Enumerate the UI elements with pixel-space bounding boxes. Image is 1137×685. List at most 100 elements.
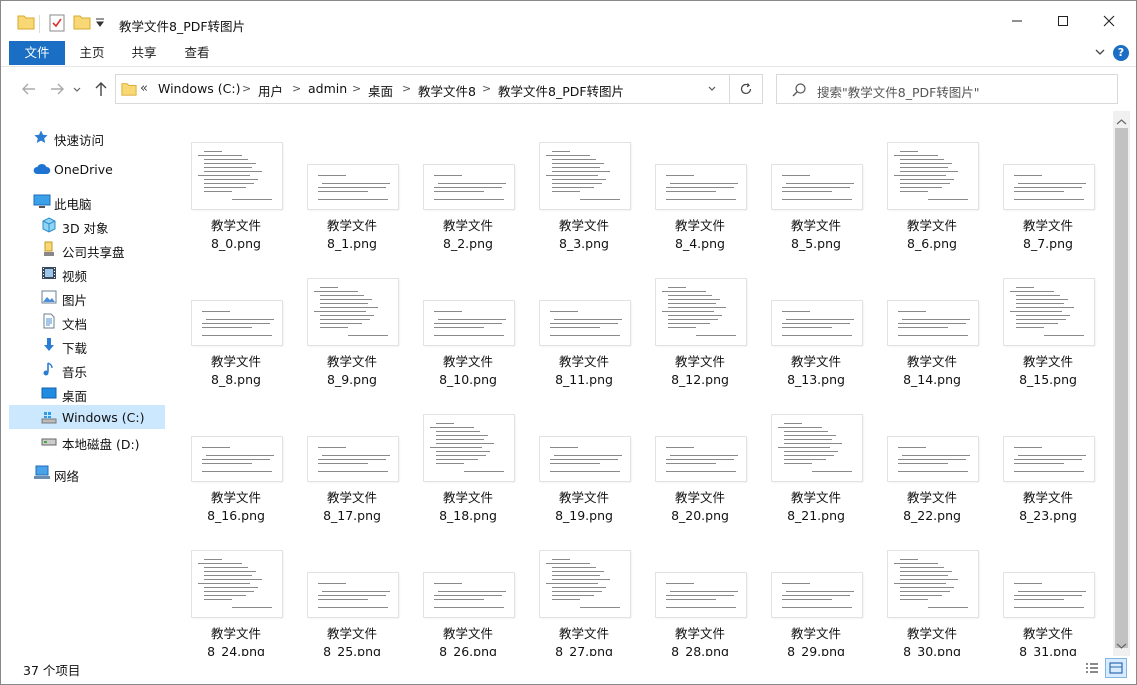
- breadcrumb-separator-icon[interactable]: >: [242, 82, 251, 95]
- tab-share[interactable]: 共享: [119, 41, 169, 65]
- file-item[interactable]: 教学文件 8_11.png: [532, 277, 636, 407]
- file-item[interactable]: 教学文件 8_23.png: [996, 413, 1100, 543]
- file-item[interactable]: 教学文件 8_31.png: [996, 549, 1100, 656]
- file-item[interactable]: 教学文件 8_0.png: [184, 141, 288, 271]
- breadcrumb-separator-icon[interactable]: >: [292, 82, 301, 95]
- file-item[interactable]: 教学文件 8_13.png: [764, 277, 868, 407]
- nav-item-videos[interactable]: 视频: [9, 261, 165, 285]
- file-item[interactable]: 教学文件 8_1.png: [300, 141, 404, 271]
- forward-arrow-icon[interactable]: [47, 79, 67, 99]
- file-name-line1: 教学文件: [442, 218, 493, 233]
- status-bar: 37 个项目: [1, 656, 1136, 684]
- file-item[interactable]: 教学文件 8_30.png: [880, 549, 984, 656]
- file-item[interactable]: 教学文件 8_6.png: [880, 141, 984, 271]
- image-thumbnail: [424, 165, 514, 209]
- file-list[interactable]: 教学文件 8_0.png 教学文件 8_1.png 教学文件 8_2.png 教学文件 8_3…: [168, 111, 1113, 656]
- back-arrow-icon[interactable]: [19, 79, 39, 99]
- search-box[interactable]: 搜索"教学文件8_PDF转图片": [776, 74, 1118, 104]
- thumbnail-text-line: [320, 307, 378, 308]
- file-item[interactable]: 教学文件 8_16.png: [184, 413, 288, 543]
- file-item[interactable]: 教学文件 8_12.png: [648, 277, 752, 407]
- minimize-button[interactable]: [994, 1, 1040, 41]
- file-item[interactable]: 教学文件 8_18.png: [416, 413, 520, 543]
- thumbnail-text-line: [552, 191, 580, 192]
- file-item[interactable]: 教学文件 8_22.png: [880, 413, 984, 543]
- image-thumbnail: [192, 437, 282, 481]
- tab-file[interactable]: 文件: [9, 41, 65, 65]
- thumbnail-text-line: [202, 335, 272, 336]
- file-item[interactable]: 教学文件 8_8.png: [184, 277, 288, 407]
- nav-item-downloads[interactable]: 下载: [9, 333, 165, 357]
- close-button[interactable]: [1086, 1, 1132, 41]
- file-item[interactable]: 教学文件 8_27.png: [532, 549, 636, 656]
- scrollbar-thumb[interactable]: [1115, 128, 1128, 648]
- file-item[interactable]: 教学文件 8_24.png: [184, 549, 288, 656]
- nav-item-pictures[interactable]: 图片: [9, 285, 165, 309]
- refresh-button[interactable]: [730, 74, 763, 104]
- file-item[interactable]: 教学文件 8_28.png: [648, 549, 752, 656]
- help-icon[interactable]: ?: [1113, 45, 1129, 61]
- file-item[interactable]: 教学文件 8_5.png: [764, 141, 868, 271]
- maximize-button[interactable]: [1040, 1, 1086, 41]
- file-item[interactable]: 教学文件 8_14.png: [880, 277, 984, 407]
- tab-home[interactable]: 主页: [67, 41, 117, 65]
- file-item[interactable]: 教学文件 8_17.png: [300, 413, 404, 543]
- breadcrumb-windows-c[interactable]: Windows (C:): [158, 81, 240, 96]
- nav-item-quick-access[interactable]: 快速访问: [9, 125, 165, 149]
- properties-icon[interactable]: [49, 14, 65, 34]
- file-item[interactable]: 教学文件 8_19.png: [532, 413, 636, 543]
- file-item[interactable]: 教学文件 8_21.png: [764, 413, 868, 543]
- file-item[interactable]: 教学文件 8_2.png: [416, 141, 520, 271]
- file-item[interactable]: 教学文件 8_4.png: [648, 141, 752, 271]
- breadcrumb-current[interactable]: 教学文件8_PDF转图片: [498, 81, 624, 100]
- expand-ribbon-icon[interactable]: [1093, 45, 1107, 62]
- nav-item-network[interactable]: 网络: [9, 461, 165, 485]
- scroll-down-icon[interactable]: [1116, 639, 1127, 653]
- breadcrumb-desktop[interactable]: 桌面: [368, 81, 393, 100]
- nav-item-music[interactable]: 音乐: [9, 357, 165, 381]
- breadcrumb-separator-icon[interactable]: >: [402, 82, 411, 95]
- recent-locations-icon[interactable]: [71, 81, 83, 101]
- file-item[interactable]: 教学文件 8_25.png: [300, 549, 404, 656]
- up-arrow-icon[interactable]: [91, 79, 111, 99]
- breadcrumb-folder[interactable]: 教学文件8: [418, 81, 476, 100]
- vertical-scrollbar[interactable]: [1113, 111, 1130, 656]
- nav-item-shared-drive[interactable]: 公司共享盘: [9, 237, 165, 261]
- breadcrumb-overflow[interactable]: «: [140, 81, 148, 96]
- breadcrumb-separator-icon[interactable]: >: [352, 82, 361, 95]
- new-folder-icon[interactable]: [73, 14, 91, 34]
- file-name-line1: 教学文件: [326, 218, 377, 233]
- thumbnail-text-line: [902, 455, 970, 456]
- file-item[interactable]: 教学文件 8_29.png: [764, 549, 868, 656]
- nav-item-desktop[interactable]: 桌面: [9, 381, 165, 405]
- breadcrumb-admin[interactable]: admin: [308, 81, 347, 96]
- file-item[interactable]: 教学文件 8_15.png: [996, 277, 1100, 407]
- file-name-line2: 8_17.png: [323, 508, 381, 523]
- file-item[interactable]: 教学文件 8_20.png: [648, 413, 752, 543]
- scroll-up-icon[interactable]: [1116, 115, 1127, 129]
- file-item[interactable]: 教学文件 8_9.png: [300, 277, 404, 407]
- address-bar[interactable]: « Windows (C:) > 用户 > admin > 桌面 > 教学文件8…: [115, 74, 730, 104]
- thumbnail-text-line: [1014, 447, 1042, 448]
- breadcrumb-users[interactable]: 用户: [258, 81, 283, 100]
- nav-item-documents[interactable]: 文档: [9, 309, 165, 333]
- thumbnail-text-line: [900, 595, 942, 596]
- address-dropdown-icon[interactable]: [706, 83, 718, 98]
- file-name-line1: 教学文件: [674, 354, 725, 369]
- file-name-line2: 8_12.png: [671, 372, 729, 387]
- nav-item-3d-objects[interactable]: 3D 对象: [9, 213, 165, 237]
- tab-view[interactable]: 查看: [171, 41, 223, 65]
- minimize-icon: [1012, 20, 1022, 22]
- breadcrumb-separator-icon[interactable]: >: [482, 82, 491, 95]
- file-item[interactable]: 教学文件 8_26.png: [416, 549, 520, 656]
- customize-toolbar-icon[interactable]: [95, 18, 105, 38]
- file-item[interactable]: 教学文件 8_3.png: [532, 141, 636, 271]
- nav-item-windows-c[interactable]: Windows (C:): [9, 405, 165, 429]
- nav-item-local-disk-d[interactable]: 本地磁盘 (D:): [9, 429, 165, 453]
- file-item[interactable]: 教学文件 8_10.png: [416, 277, 520, 407]
- nav-item-this-pc[interactable]: 此电脑: [9, 189, 165, 213]
- large-icons-view-button[interactable]: [1105, 658, 1127, 678]
- details-view-button[interactable]: [1081, 658, 1103, 678]
- nav-item-onedrive[interactable]: OneDrive: [9, 157, 165, 181]
- file-item[interactable]: 教学文件 8_7.png: [996, 141, 1100, 271]
